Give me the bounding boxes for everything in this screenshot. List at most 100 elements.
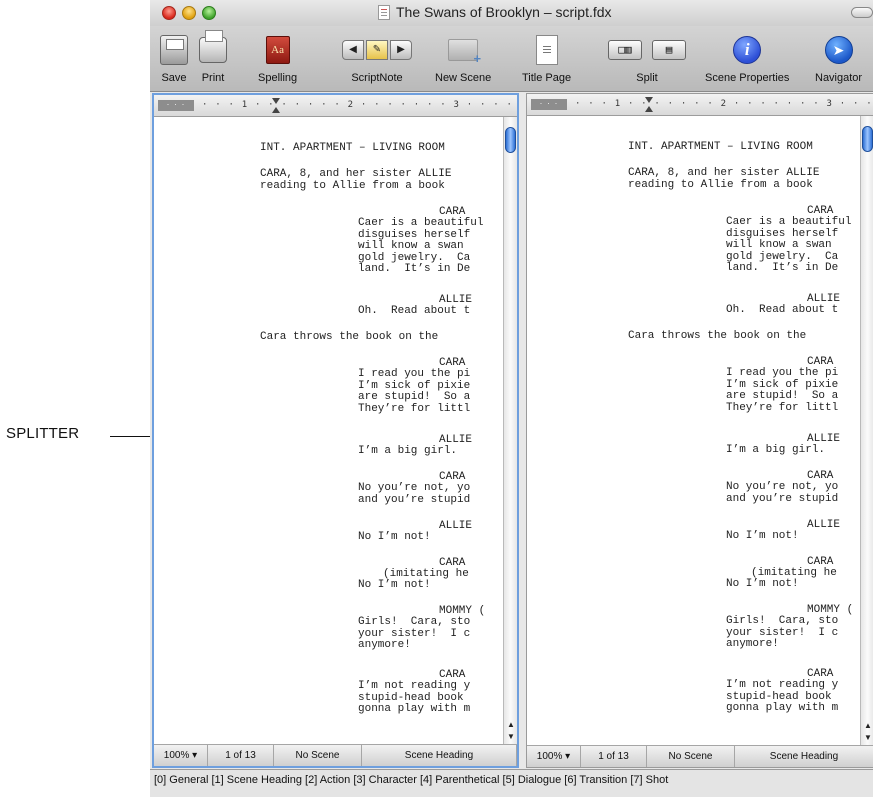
page-indicator-left: 1 of 13 (208, 745, 274, 766)
split-icon: □▥ ▤ (608, 40, 686, 60)
script-dialogue: They’re for littl (726, 401, 839, 414)
toolbar: Save Print Aa Spelling ◀ ✎ ▶ ScriptNote … (150, 26, 873, 92)
script-character: ALLIE (439, 520, 473, 532)
script-action: reading to Allie from a book (260, 179, 445, 192)
dictionary-icon: Aa (265, 36, 290, 64)
script-action: Cara throws the book on the (260, 331, 439, 343)
scroll-up-arrow-icon[interactable]: ▲ (863, 721, 873, 731)
split-label: Split (636, 72, 658, 84)
save-label: Save (161, 72, 187, 84)
split-horizontal-icon[interactable]: ▤ (652, 40, 686, 60)
title-page-label: Title Page (522, 72, 572, 84)
script-editor-left[interactable]: INT. APARTMENT – LIVING ROOM CARA, 8, and… (154, 117, 503, 744)
ruler-indent-marker-icon[interactable] (645, 97, 653, 113)
scene-indicator-left: No Scene (274, 745, 362, 766)
scriptnote-button[interactable]: ◀ ✎ ▶ ScriptNote (342, 26, 412, 84)
script-dialogue: will know a swan (726, 239, 832, 251)
script-dialogue: and you’re stupid (358, 493, 471, 506)
script-dialogue: I’m a big girl. (726, 444, 826, 456)
title-page-icon (535, 35, 558, 65)
script-scene-heading: INT. APARTMENT – LIVING ROOM (628, 141, 813, 153)
script-dialogue: and you’re stupid (726, 492, 839, 505)
script-dialogue: No I’m not! (358, 579, 431, 591)
script-dialogue: will know a swan (358, 240, 464, 252)
script-dialogue: are stupid! So a (726, 390, 839, 402)
script-dialogue: Girls! Cara, sto (726, 615, 839, 627)
script-dialogue: They’re for littl (358, 402, 471, 415)
ruler-margin-right: · · · (531, 99, 567, 110)
element-popup-right[interactable]: Scene Heading (735, 746, 873, 767)
script-dialogue: land. It’s in De (726, 262, 839, 274)
script-pane-right: · · · · · · 1 · · · · · · · 2 · · · · · … (526, 93, 873, 768)
script-dialogue: Oh. Read about t (358, 305, 471, 317)
script-action: reading to Allie from a book (628, 178, 813, 191)
script-dialogue: I read you the pi (358, 368, 471, 380)
script-dialogue: Caer is a beautiful (726, 216, 852, 228)
ruler-indent-marker-icon[interactable] (272, 98, 280, 114)
script-dialogue: Girls! Cara, sto (358, 616, 471, 628)
scriptnote-icon: ◀ ✎ ▶ (342, 40, 412, 60)
previous-note-icon[interactable]: ◀ (342, 40, 364, 60)
script-dialogue: Caer is a beautiful (358, 217, 484, 229)
script-dialogue: I’m not reading y (358, 680, 471, 692)
pane-status-bar-right: 100% ▾ 1 of 13 No Scene Scene Heading (527, 745, 873, 767)
script-dialogue: anymore! (726, 638, 779, 650)
zoom-value: 100% (536, 751, 563, 762)
new-scene-button[interactable]: New Scene (435, 26, 491, 84)
toolbar-toggle-button[interactable] (851, 7, 873, 18)
script-dialogue: No I’m not! (726, 578, 799, 590)
print-label: Print (201, 72, 225, 84)
scroll-thumb-left[interactable] (505, 127, 516, 153)
element-shortcuts-status-bar: [0] General [1] Scene Heading [2] Action… (150, 769, 873, 797)
next-note-icon[interactable]: ▶ (390, 40, 412, 60)
element-popup-left[interactable]: Scene Heading (362, 745, 517, 766)
scroll-down-arrow-icon[interactable]: ▼ (863, 733, 873, 743)
zoom-window-button[interactable] (202, 6, 216, 20)
navigator-button[interactable]: ➤ Navigator (815, 26, 862, 84)
script-dialogue: anymore! (358, 639, 411, 651)
script-dialogue: No you’re not, yo (358, 482, 471, 494)
save-icon (160, 35, 188, 65)
scroll-down-arrow-icon[interactable]: ▼ (506, 732, 516, 742)
scroll-up-arrow-icon[interactable]: ▲ (506, 720, 516, 730)
page-indicator-right: 1 of 13 (581, 746, 647, 767)
zoom-popup-left[interactable]: 100% ▾ (154, 745, 208, 766)
scene-properties-label: Scene Properties (705, 72, 790, 84)
vertical-scrollbar-right[interactable]: ▲ ▼ (860, 116, 873, 745)
script-dialogue: I’m a big girl. (358, 445, 458, 457)
window-title: The Swans of Brooklyn – script.fdx (396, 4, 612, 20)
print-button[interactable]: Print (199, 26, 227, 84)
script-action: CARA, 8, and her sister ALLIE (260, 168, 452, 180)
title-page-button[interactable]: Title Page (522, 26, 571, 84)
close-window-button[interactable] (162, 6, 176, 20)
print-icon (199, 30, 227, 63)
app-window: The Swans of Brooklyn – script.fdx Save … (150, 0, 873, 797)
script-dialogue: No I’m not! (358, 531, 431, 543)
split-button[interactable]: □▥ ▤ Split (608, 26, 686, 84)
minimize-window-button[interactable] (182, 6, 196, 20)
script-dialogue: gonna play with m (358, 703, 471, 715)
vertical-scrollbar-left[interactable]: ▲ ▼ (503, 117, 517, 744)
script-dialogue: I’m not reading y (726, 679, 839, 691)
save-button[interactable]: Save (160, 26, 188, 84)
ruler-right[interactable]: · · · · · · 1 · · · · · · · 2 · · · · · … (527, 94, 873, 116)
window-title-group: The Swans of Brooklyn – script.fdx (378, 4, 612, 20)
spelling-button[interactable]: Aa Spelling (258, 26, 297, 84)
scroll-thumb-right[interactable] (862, 126, 873, 152)
pane-status-bar-left: 100% ▾ 1 of 13 No Scene Scene Heading (154, 744, 517, 766)
note-icon[interactable]: ✎ (366, 40, 388, 60)
script-dialogue: land. It’s in De (358, 263, 471, 275)
zoom-popup-right[interactable]: 100% ▾ (527, 746, 581, 767)
scene-properties-button[interactable]: i Scene Properties (705, 26, 789, 84)
new-scene-icon (448, 39, 481, 66)
spelling-label: Spelling (258, 72, 298, 84)
document-proxy-icon[interactable] (378, 4, 390, 20)
ruler-marks-right: · · · 1 · · · · · · · 2 · · · · · · · 3 … (575, 99, 873, 109)
script-dialogue: I read you the pi (726, 367, 839, 379)
script-action: Cara throws the book on the (628, 330, 807, 342)
info-icon: i (733, 36, 762, 64)
ruler-left[interactable]: · · · · · · 1 · · · · · · · 2 · · · · · … (154, 95, 517, 117)
script-editor-right[interactable]: INT. APARTMENT – LIVING ROOM CARA, 8, and… (527, 116, 860, 745)
split-vertical-icon[interactable]: □▥ (608, 40, 642, 60)
ruler-margin-left: · · · (158, 100, 194, 111)
